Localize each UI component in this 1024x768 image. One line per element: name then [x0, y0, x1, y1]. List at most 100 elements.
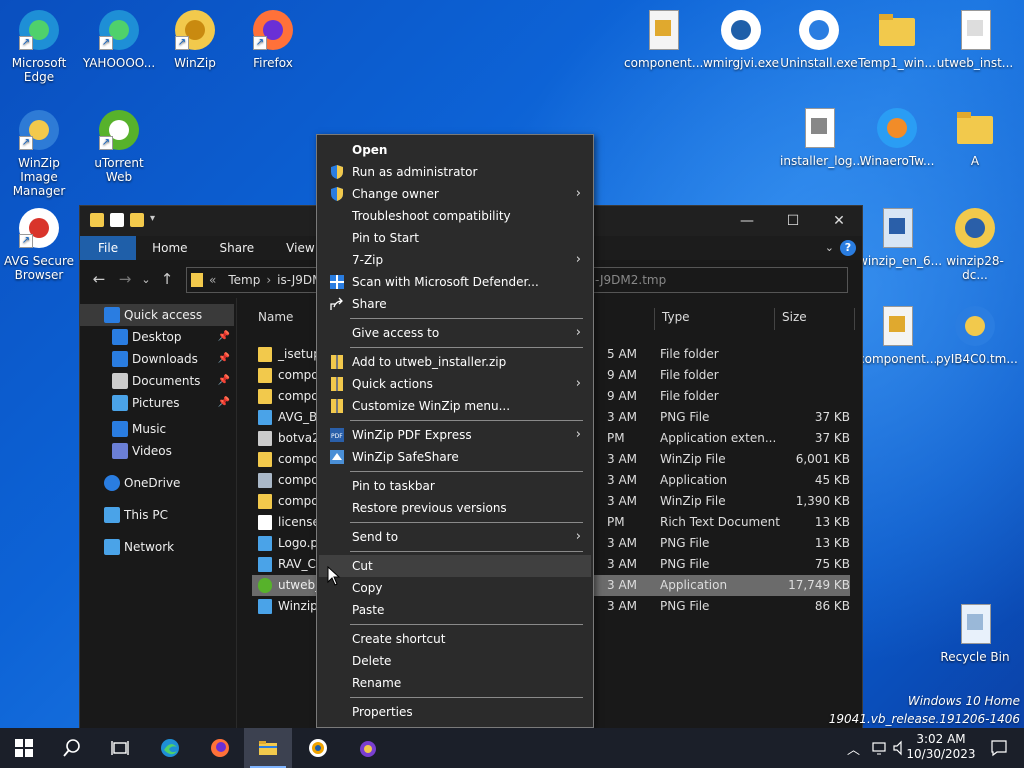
nav-item[interactable]: Music — [80, 418, 234, 440]
nav-item[interactable]: Desktop 📌 — [80, 326, 234, 348]
address-segment-temp[interactable]: Temp — [222, 273, 266, 287]
desktop-icon[interactable]: Recycle Bin — [936, 602, 1014, 664]
desktop-icon[interactable]: component... — [624, 8, 703, 70]
tab-share[interactable]: Share — [204, 236, 271, 260]
desktop-icon[interactable]: installer_log... — [780, 106, 864, 168]
desktop-icon[interactable]: ↗ uTorrent Web — [80, 108, 158, 184]
videos-icon — [112, 443, 128, 459]
desktop-icon[interactable]: component... — [858, 304, 937, 366]
desktop-icon-label: uTorrent Web — [94, 156, 144, 184]
chevron-down-icon[interactable]: ▾ — [150, 213, 164, 227]
menu-item-restore-previous-versions[interactable]: Restore previous versions — [319, 497, 591, 519]
tab-home[interactable]: Home — [136, 236, 203, 260]
installer-icon — [875, 206, 919, 250]
folder-icon — [191, 273, 203, 287]
menu-item-cut[interactable]: Cut — [319, 555, 591, 577]
desktop-icon[interactable]: ↗ Microsoft Edge — [0, 8, 78, 84]
menu-item-change-owner[interactable]: Change owner › — [319, 183, 591, 205]
shortcut-arrow-icon: ↗ — [99, 136, 113, 150]
desktop-icon[interactable]: ↗ YAHOOOO... — [80, 8, 158, 70]
taskbar-firefox[interactable] — [196, 728, 244, 768]
column-header-name[interactable]: Name — [258, 310, 293, 330]
nav-item[interactable]: Quick access — [80, 304, 234, 326]
address-overflow-text: -J9DM2.tmp — [595, 273, 667, 287]
clock[interactable]: 3:02 AM 10/30/2023 — [906, 732, 976, 762]
desktop-icon[interactable]: utweb_inst... — [936, 8, 1014, 70]
task-view-button[interactable] — [96, 728, 144, 768]
nav-item[interactable]: Downloads 📌 — [80, 348, 234, 370]
desktop-icon[interactable]: WinaeroTw... — [858, 106, 936, 168]
shortcut-arrow-icon: ↗ — [253, 36, 267, 50]
maximize-button[interactable]: ☐ — [770, 206, 816, 236]
desktop-icon[interactable]: ↗ WinZip Image Manager — [0, 108, 78, 198]
desktop-icon[interactable]: ↗ WinZip — [156, 8, 234, 70]
tab-file[interactable]: File — [80, 236, 137, 260]
menu-item-add-to-utweb-installer-zip[interactable]: Add to utweb_installer.zip — [319, 351, 591, 373]
menu-item-copy[interactable]: Copy — [319, 577, 591, 599]
minimize-button[interactable]: — — [724, 206, 770, 236]
menu-item-label: Create shortcut — [352, 632, 446, 646]
notifications-icon[interactable] — [990, 739, 1008, 757]
forward-icon[interactable]: → — [112, 270, 138, 288]
desktop-icon[interactable]: ↗ AVG Secure Browser — [0, 206, 78, 282]
nav-item[interactable]: This PC — [80, 504, 234, 526]
nav-item[interactable]: Documents 📌 — [80, 370, 234, 392]
menu-item-open[interactable]: Open — [319, 139, 591, 161]
menu-item-troubleshoot-compatibility[interactable]: Troubleshoot compatibility — [319, 205, 591, 227]
up-icon[interactable]: ↑ — [154, 270, 180, 288]
menu-item-7-zip[interactable]: 7-Zip › — [319, 249, 591, 271]
menu-item-winzip-safeshare[interactable]: WinZip SafeShare — [319, 446, 591, 468]
taskbar-installer[interactable] — [344, 728, 392, 768]
desktop-icon[interactable]: ↗ Firefox — [234, 8, 312, 70]
file-date: 9 AM — [607, 389, 638, 403]
nav-item[interactable]: Videos — [80, 440, 234, 462]
taskbar-edge[interactable] — [146, 728, 194, 768]
desktop-icon[interactable]: winzip28-dc... — [936, 206, 1014, 282]
column-divider[interactable] — [654, 308, 655, 330]
menu-item-properties[interactable]: Properties — [319, 701, 591, 723]
menu-item-label: Quick actions — [352, 377, 433, 391]
menu-item-create-shortcut[interactable]: Create shortcut — [319, 628, 591, 650]
menu-item-pin-to-start[interactable]: Pin to Start — [319, 227, 591, 249]
start-button[interactable] — [0, 728, 48, 768]
back-icon[interactable]: ← — [86, 270, 112, 288]
taskbar-file-explorer[interactable] — [244, 728, 292, 768]
column-header-size[interactable]: Size — [782, 310, 807, 330]
desktop-icon[interactable]: Uninstall.exe — [780, 8, 858, 70]
chevron-down-icon[interactable]: ⌄ — [825, 241, 834, 254]
menu-item-send-to[interactable]: Send to › — [319, 526, 591, 548]
desktop-icon[interactable]: A — [936, 106, 1014, 168]
menu-item-share[interactable]: Share — [319, 293, 591, 315]
menu-item-scan-with-microsoft-defender[interactable]: Scan with Microsoft Defender... — [319, 271, 591, 293]
desktop-icon[interactable]: winzip_en_6... — [858, 206, 942, 268]
menu-item-label: Troubleshoot compatibility — [352, 209, 511, 223]
column-divider[interactable] — [774, 308, 775, 330]
taskbar-avg-browser[interactable] — [294, 728, 342, 768]
nav-item[interactable]: Network — [80, 536, 234, 558]
help-icon[interactable]: ? — [840, 240, 856, 256]
nav-item[interactable]: OneDrive — [80, 472, 234, 494]
menu-item-quick-actions[interactable]: Quick actions › — [319, 373, 591, 395]
address-chevrons[interactable]: « — [203, 273, 222, 287]
desktop-icon[interactable]: pyIB4C0.tm... — [936, 304, 1018, 366]
chevron-up-icon[interactable]: ︿ — [847, 739, 860, 758]
desktop-icon[interactable]: Temp1_win... — [858, 8, 936, 70]
column-header-type[interactable]: Type — [662, 310, 690, 330]
column-divider[interactable] — [854, 308, 855, 330]
recent-locations-icon[interactable]: ⌄ — [138, 273, 154, 286]
menu-item-customize-winzip-menu[interactable]: Customize WinZip menu... — [319, 395, 591, 417]
menu-item-delete[interactable]: Delete — [319, 650, 591, 672]
properties-icon[interactable] — [110, 213, 124, 227]
menu-item-run-as-administrator[interactable]: Run as administrator — [319, 161, 591, 183]
menu-item-pin-to-taskbar[interactable]: Pin to taskbar — [319, 475, 591, 497]
close-button[interactable]: ✕ — [816, 206, 862, 236]
search-button[interactable] — [48, 728, 96, 768]
desktop-icon[interactable]: wmirgjvi.exe — [702, 8, 780, 70]
menu-item-paste[interactable]: Paste — [319, 599, 591, 621]
new-folder-icon[interactable] — [130, 213, 144, 227]
menu-item-rename[interactable]: Rename — [319, 672, 591, 694]
nav-item[interactable]: Pictures 📌 — [80, 392, 234, 414]
network-icon[interactable] — [872, 740, 888, 756]
menu-item-give-access-to[interactable]: Give access to › — [319, 322, 591, 344]
menu-item-winzip-pdf-express[interactable]: PDF WinZip PDF Express › — [319, 424, 591, 446]
